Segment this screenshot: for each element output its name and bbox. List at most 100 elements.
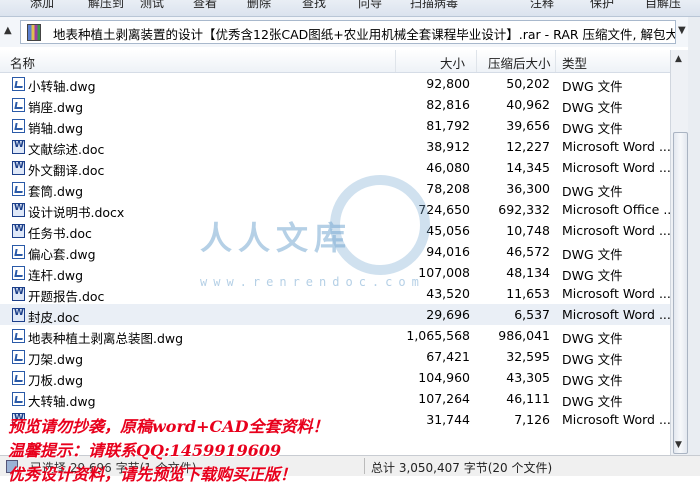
file-name: 销座.dwg — [28, 100, 84, 115]
column-divider[interactable] — [476, 50, 477, 72]
file-packed-size: 43,305 — [506, 370, 550, 385]
dwg-file-icon — [12, 182, 25, 196]
wizard-button[interactable]: 向导 — [358, 0, 382, 11]
file-type: DWG 文件 — [562, 394, 623, 409]
find-button[interactable]: 查找 — [302, 0, 326, 11]
scroll-up-icon[interactable]: ▲ — [675, 54, 682, 64]
file-row[interactable]: 封皮.doc 29,696 6,537 Microsoft Word ... — [0, 304, 671, 325]
file-packed-size: 11,653 — [506, 286, 550, 301]
file-name: 刀架.dwg — [28, 352, 84, 367]
promo-line-1: 预览请勿抄袭，原稿word+CAD全套资料！ — [8, 417, 329, 436]
file-size: 46,080 — [426, 160, 470, 175]
file-row[interactable]: 设计说明书.docx 724,650 692,332 Microsoft Office… — [0, 199, 675, 220]
file-list-header: 名称 大小 压缩后大小 类型 — [0, 50, 670, 73]
file-row[interactable]: 套筒.dwg 78,208 36,300 DWG 文件 — [0, 178, 670, 199]
add-button[interactable]: 添加 — [30, 0, 54, 11]
file-type: Microsoft Office ... — [562, 202, 676, 217]
file-size: 107,264 — [418, 391, 470, 406]
dwg-file-icon — [12, 98, 25, 112]
file-size: 67,421 — [426, 349, 470, 364]
promo-line-3: 优秀设计资料，请先预览下载购买正版！ — [8, 465, 297, 484]
file-row[interactable]: 小转轴.dwg 92,800 50,202 DWG 文件 — [0, 73, 670, 94]
file-size: 94,016 — [426, 244, 470, 259]
file-size: 724,650 — [418, 202, 470, 217]
word-document-icon — [12, 308, 25, 322]
dwg-file-icon — [12, 350, 25, 364]
file-name: 任务书.doc — [28, 226, 92, 241]
protect-button[interactable]: 保护 — [590, 0, 614, 11]
column-packed-size[interactable]: 压缩后大小 — [488, 53, 551, 72]
test-button[interactable]: 测试 — [140, 0, 164, 11]
file-type: Microsoft Word ... — [562, 307, 671, 322]
toolbar: 添加 解压到 测试 查看 删除 查找 向导 扫描病毒 注释 保护 自解压 — [0, 0, 700, 17]
file-packed-size: 39,656 — [506, 118, 550, 133]
file-type: Microsoft Word ... — [562, 160, 671, 175]
file-type: DWG 文件 — [562, 247, 623, 262]
word-document-icon — [12, 224, 25, 238]
file-name: 销轴.dwg — [28, 121, 84, 136]
file-type: DWG 文件 — [562, 79, 623, 94]
column-name[interactable]: 名称 — [10, 53, 35, 72]
total-status: 总计 3,050,407 字节(20 个文件) — [371, 461, 553, 475]
file-size: 107,008 — [418, 265, 470, 280]
file-size: 81,792 — [426, 118, 470, 133]
file-row[interactable]: 地表种植土剥离总装图.dwg 1,065,568 986,041 DWG 文件 — [0, 325, 670, 346]
file-packed-size: 46,572 — [506, 244, 550, 259]
virus-scan-button[interactable]: 扫描病毒 — [410, 0, 458, 11]
sfx-button[interactable]: 自解压 — [645, 0, 681, 11]
file-size: 78,208 — [426, 181, 470, 196]
file-row[interactable]: 大转轴.dwg 107,264 46,111 DWG 文件 — [0, 388, 670, 409]
file-name: 偏心套.dwg — [28, 247, 96, 262]
file-size: 38,912 — [426, 139, 470, 154]
path-field[interactable]: 地表种植土剥离装置的设计【优秀含12张CAD图纸+农业用机械全套课程毕业设计】.… — [20, 20, 676, 44]
chevron-down-icon[interactable]: ▼ — [678, 25, 686, 36]
file-size: 82,816 — [426, 97, 470, 112]
file-row[interactable]: 刀架.dwg 67,421 32,595 DWG 文件 — [0, 346, 670, 367]
file-row[interactable]: 文献综述.doc 38,912 12,227 Microsoft Word ... — [0, 136, 671, 157]
column-divider[interactable] — [395, 50, 396, 72]
file-row[interactable]: 任务书.doc 45,056 10,748 Microsoft Word ... — [0, 220, 671, 241]
up-folder-icon[interactable]: ▲ — [4, 25, 12, 36]
view-button[interactable]: 查看 — [193, 0, 217, 11]
vertical-scrollbar[interactable]: ▲ ▼ — [670, 50, 689, 455]
file-packed-size: 986,041 — [498, 328, 550, 343]
file-packed-size: 46,111 — [506, 391, 550, 406]
file-packed-size: 32,595 — [506, 349, 550, 364]
file-name: 连杆.dwg — [28, 268, 84, 283]
scroll-thumb[interactable] — [673, 132, 688, 454]
file-type: DWG 文件 — [562, 373, 623, 388]
file-list: 小转轴.dwg 92,800 50,202 DWG 文件销座.dwg 82,816 40,… — [0, 73, 675, 430]
delete-button[interactable]: 删除 — [247, 0, 271, 11]
file-type: DWG 文件 — [562, 268, 623, 283]
file-type: Microsoft Word ... — [562, 223, 671, 238]
file-row[interactable]: 刀板.dwg 104,960 43,305 DWG 文件 — [0, 367, 670, 388]
file-row[interactable]: 连杆.dwg 107,008 48,134 DWG 文件 — [0, 262, 670, 283]
comment-button[interactable]: 注释 — [530, 0, 554, 11]
file-type: DWG 文件 — [562, 121, 623, 136]
column-size[interactable]: 大小 — [440, 53, 465, 72]
column-type[interactable]: 类型 — [562, 53, 587, 72]
dwg-file-icon — [12, 392, 25, 406]
dwg-file-icon — [12, 329, 25, 343]
file-size: 45,056 — [426, 223, 470, 238]
archive-path: 地表种植土剥离装置的设计【优秀含12张CAD图纸+农业用机械全套课程毕业设计】.… — [53, 27, 676, 42]
file-name: 封皮.doc — [28, 310, 80, 325]
file-row[interactable]: 销座.dwg 82,816 40,962 DWG 文件 — [0, 94, 670, 115]
window-edge — [688, 17, 700, 457]
scroll-down-icon[interactable]: ▼ — [675, 440, 682, 450]
file-packed-size: 12,227 — [506, 139, 550, 154]
file-row[interactable]: 销轴.dwg 81,792 39,656 DWG 文件 — [0, 115, 670, 136]
extract-to-button[interactable]: 解压到 — [88, 0, 124, 11]
file-packed-size: 10,748 — [506, 223, 550, 238]
file-name: 套筒.dwg — [28, 184, 84, 199]
file-row[interactable]: 偏心套.dwg 94,016 46,572 DWG 文件 — [0, 241, 670, 262]
column-divider[interactable] — [555, 50, 556, 72]
file-size: 92,800 — [426, 76, 470, 91]
file-packed-size: 48,134 — [506, 265, 550, 280]
path-bar: ▲ 地表种植土剥离装置的设计【优秀含12张CAD图纸+农业用机械全套课程毕业设计… — [0, 17, 700, 47]
word-document-icon — [12, 140, 25, 154]
file-packed-size: 40,962 — [506, 97, 550, 112]
file-type: DWG 文件 — [562, 331, 623, 346]
file-row[interactable]: 外文翻译.doc 46,080 14,345 Microsoft Word ... — [0, 157, 671, 178]
file-row[interactable]: 开题报告.doc 43,520 11,653 Microsoft Word ... — [0, 283, 671, 304]
